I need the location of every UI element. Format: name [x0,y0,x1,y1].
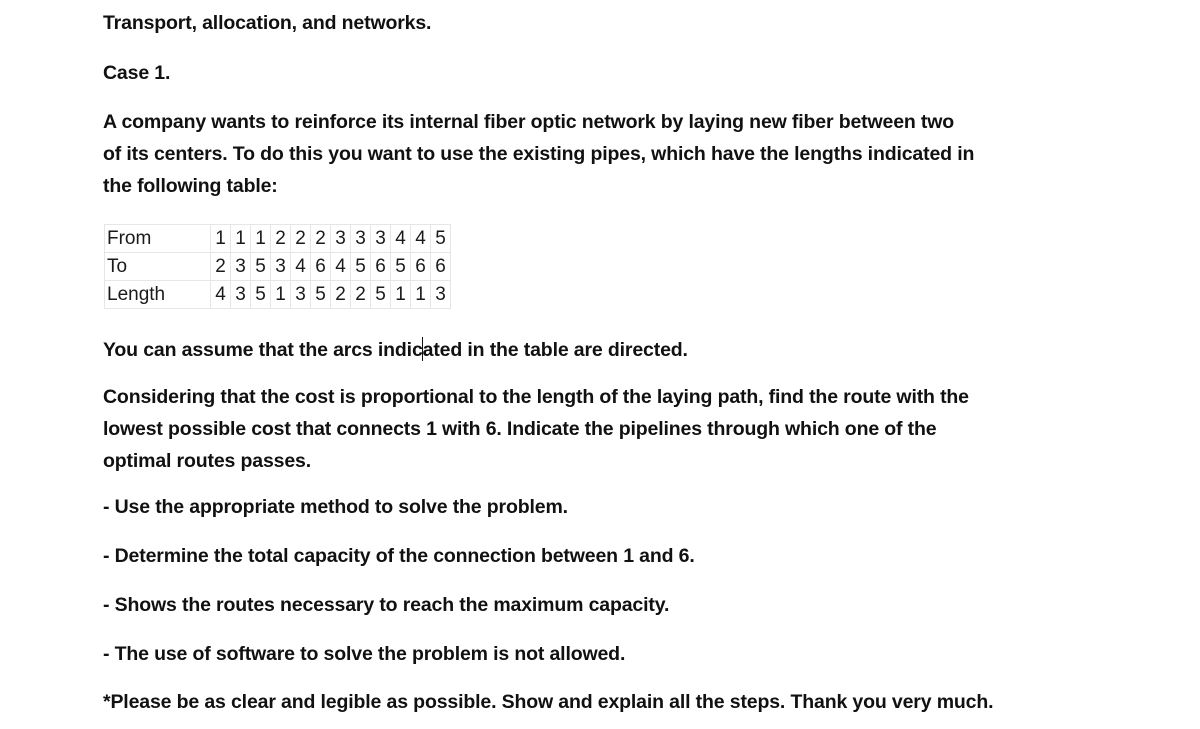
table-cell: 4 [290,252,311,281]
table-cell: 2 [330,280,351,309]
table-cell: 3 [230,252,251,281]
table-cell: 5 [250,252,271,281]
table-cell: 5 [370,280,391,309]
question-paragraph: Considering that the cost is proportiona… [103,381,1103,477]
intro-line: the following table: [103,175,278,197]
directed-note-text-end: ated in the table are directed. [422,339,688,361]
bullet-item: - Use the appropriate method to solve th… [103,496,568,518]
table-cell: 1 [230,224,251,253]
table-cell: 6 [370,252,391,281]
table-cell: 4 [330,252,351,281]
table-cell: 3 [290,280,311,309]
table-cell: 3 [230,280,251,309]
table-cell: 4 [390,224,411,253]
question-line: lowest possible cost that connects 1 wit… [103,418,937,440]
intro-line: A company wants to reinforce its interna… [103,111,955,133]
table-cell: 5 [430,224,451,253]
table-cell: 3 [370,224,391,253]
table-cell: 4 [210,280,231,309]
table-row-to: To 2 3 5 3 4 6 4 5 6 5 6 6 [104,252,451,281]
document-title: Transport, allocation, and networks. [103,12,432,34]
table-cell: 1 [250,224,271,253]
table-cell: 1 [270,280,291,309]
table-cell: 6 [410,252,431,281]
table-cell: 3 [270,252,291,281]
closing-note: *Please be as clear and legible as possi… [103,691,994,713]
directed-note[interactable]: You can assume that the arcs indicated i… [103,337,688,362]
row-label: From [104,224,211,253]
question-line: Considering that the cost is proportiona… [103,386,969,408]
intro-line: of its centers. To do this you want to u… [103,143,975,165]
table-cell: 3 [350,224,371,253]
pipe-lengths-table: From 1 1 1 2 2 2 3 3 3 4 4 5 To 2 3 5 3 4 6 4 5 6 5 6 6 Length 4 3 5 1… [104,224,451,309]
row-label: To [104,252,211,281]
row-label: Length [104,280,211,309]
table-cell: 1 [390,280,411,309]
table-cell: 5 [250,280,271,309]
table-row-length: Length 4 3 5 1 3 5 2 2 5 1 1 3 [104,280,451,309]
intro-paragraph: A company wants to reinforce its interna… [103,106,1103,202]
table-row-from: From 1 1 1 2 2 2 3 3 3 4 4 5 [104,224,451,253]
table-cell: 4 [410,224,431,253]
table-cell: 3 [330,224,351,253]
table-cell: 5 [390,252,411,281]
table-cell: 2 [290,224,311,253]
bullet-item: - The use of software to solve the probl… [103,643,626,665]
table-cell: 1 [410,280,431,309]
table-cell: 2 [210,252,231,281]
table-cell: 1 [210,224,231,253]
table-cell: 5 [350,252,371,281]
bullet-item: - Determine the total capacity of the co… [103,545,695,567]
question-line: optimal routes passes. [103,450,312,472]
directed-note-text-start: You can assume that the arcs indic [103,339,423,361]
table-cell: 5 [310,280,331,309]
case-label: Case 1. [103,62,171,84]
table-cell: 2 [350,280,371,309]
bullet-item: - Shows the routes necessary to reach th… [103,594,670,616]
table-cell: 6 [430,252,451,281]
table-cell: 3 [430,280,451,309]
table-cell: 2 [310,224,331,253]
table-cell: 6 [310,252,331,281]
table-cell: 2 [270,224,291,253]
